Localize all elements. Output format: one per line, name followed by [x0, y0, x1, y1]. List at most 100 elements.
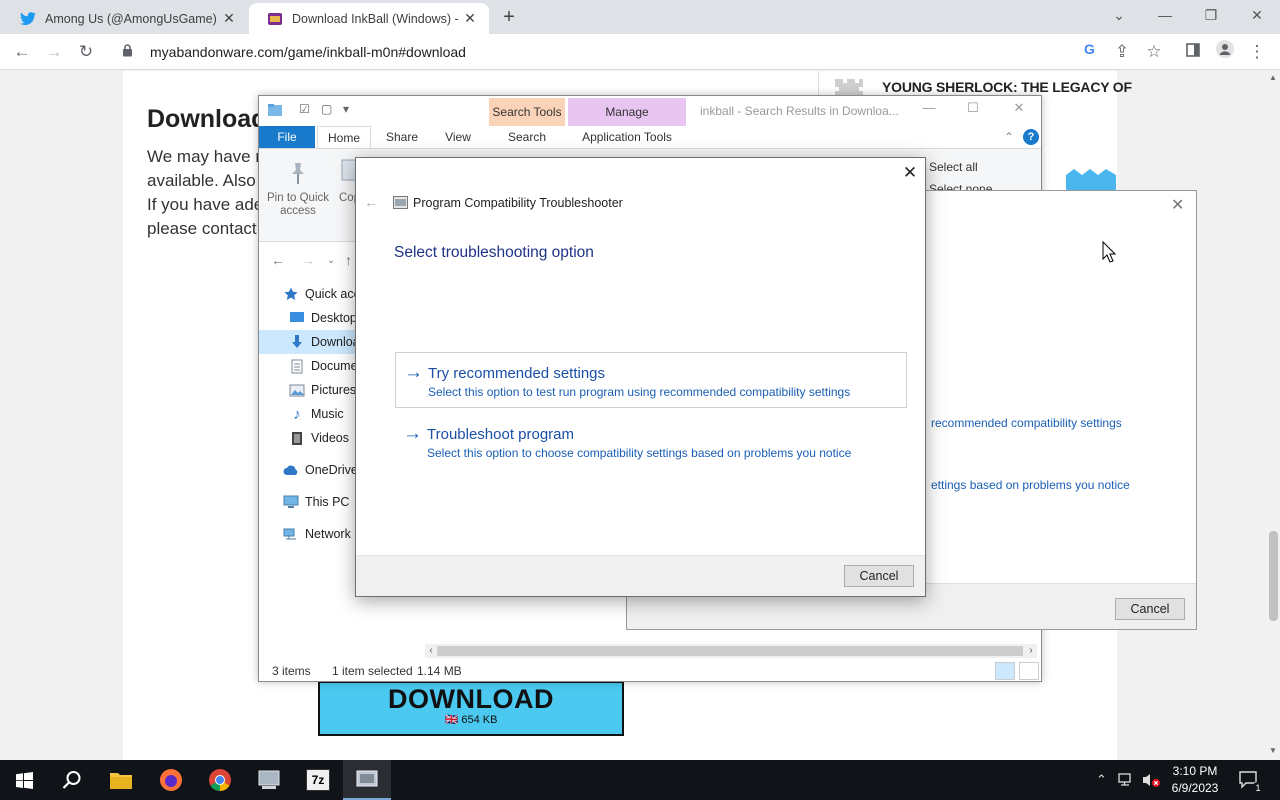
- paragraph-line: We may have r: [147, 147, 262, 166]
- browser-tab-strip: Among Us (@AmongUsGame) / ✕ Download Ink…: [0, 0, 1280, 34]
- ribbon-tab-share[interactable]: Share: [375, 126, 429, 148]
- scroll-right-icon[interactable]: ›: [1025, 644, 1037, 658]
- tab-title: Download InkBall (Windows) - M: [292, 11, 461, 26]
- tree-item-onedrive[interactable]: OneDrive: [259, 458, 357, 482]
- horizontal-scroll-thumb[interactable]: [437, 646, 1023, 656]
- search-tools-context-tab[interactable]: Search Tools: [489, 98, 565, 126]
- taskbar-troubleshooter[interactable]: [343, 760, 391, 800]
- side-panel-icon[interactable]: [1181, 40, 1205, 64]
- taskbar-chrome[interactable]: [196, 760, 244, 800]
- share-icon[interactable]: ⇪: [1110, 40, 1134, 64]
- explorer-back-icon[interactable]: ←: [271, 252, 285, 268]
- scroll-up-icon[interactable]: ▲: [1266, 73, 1280, 82]
- taskbar-file-explorer[interactable]: [97, 760, 145, 800]
- menu-kebab-icon[interactable]: ⋮: [1245, 40, 1269, 64]
- tab-search-dropdown-icon[interactable]: ⌄: [1096, 0, 1142, 34]
- bookmark-star-icon[interactable]: ☆: [1142, 40, 1166, 64]
- up-folder-icon[interactable]: ↑: [345, 252, 352, 268]
- manage-context-tab[interactable]: Manage: [568, 98, 686, 126]
- explorer-minimize-button[interactable]: —: [917, 100, 941, 120]
- related-game-title[interactable]: YOUNG SHERLOCK: THE LEGACY OF: [882, 79, 1132, 95]
- ribbon-tab-view[interactable]: View: [431, 126, 485, 148]
- download-button[interactable]: DOWNLOAD 🇬🇧 654 KB: [318, 681, 624, 736]
- tree-item-pictures[interactable]: Pictures: [259, 378, 357, 402]
- search-icon: [62, 771, 81, 789]
- taskbar-firefox[interactable]: [147, 760, 195, 800]
- page-scrollbar[interactable]: ▲ ▼: [1266, 71, 1280, 760]
- explorer-close-button[interactable]: ✕: [1007, 100, 1031, 120]
- item-count: 3 items: [272, 664, 311, 678]
- cancel-button[interactable]: Cancel: [844, 565, 914, 587]
- start-button[interactable]: [0, 760, 48, 800]
- tree-item-network[interactable]: Network: [259, 522, 357, 546]
- video-icon: [289, 430, 305, 446]
- recommended-settings-link[interactable]: recommended compatibility settings: [931, 416, 1122, 430]
- close-button[interactable]: ✕: [902, 163, 918, 182]
- troubleshooter-icon: [356, 770, 378, 787]
- volume-muted-icon[interactable]: [1142, 772, 1162, 791]
- network-tray-icon[interactable]: [1118, 772, 1136, 791]
- horizontal-scrollbar[interactable]: ‹ ›: [425, 644, 1037, 658]
- try-recommended-settings-option[interactable]: → Try recommended settings Select this o…: [395, 352, 907, 408]
- properties-icon[interactable]: ☑: [299, 102, 315, 118]
- tab-inkball-download[interactable]: Download InkBall (Windows) - M ✕: [249, 3, 489, 34]
- google-icon[interactable]: G: [1078, 40, 1102, 64]
- new-tab-button[interactable]: +: [498, 6, 520, 28]
- taskbar-computer-app[interactable]: [245, 760, 293, 800]
- troubleshoot-program-option[interactable]: → Troubleshoot program Select this optio…: [395, 414, 907, 470]
- large-icons-view-icon[interactable]: [1019, 662, 1039, 680]
- ribbon-tab-search[interactable]: Search: [489, 126, 565, 148]
- scroll-left-icon[interactable]: ‹: [425, 644, 437, 658]
- paragraph-line: available. Also: [147, 171, 256, 190]
- notification-count-badge: 1: [1252, 782, 1264, 794]
- tab-among-us[interactable]: Among Us (@AmongUsGame) / ✕: [2, 3, 248, 34]
- tree-item-downloads[interactable]: Downloa: [259, 330, 357, 354]
- explorer-window-title: inkball - Search Results in Downloa...: [700, 104, 899, 118]
- troubleshoot-program-link[interactable]: ettings based on problems you notice: [931, 478, 1130, 492]
- forward-icon[interactable]: →: [42, 40, 66, 64]
- reload-icon[interactable]: ↻: [74, 40, 98, 64]
- explorer-maximize-button[interactable]: ☐: [961, 100, 985, 120]
- tree-item-documents[interactable]: Docume: [259, 354, 357, 378]
- restore-button[interactable]: ❐: [1188, 0, 1234, 34]
- qat-dropdown-icon[interactable]: ▾: [343, 102, 359, 118]
- select-all-option[interactable]: Select all: [929, 160, 978, 174]
- option-title: Troubleshoot program: [427, 426, 575, 443]
- scrollbar-thumb[interactable]: [1269, 531, 1278, 621]
- download-button-label: DOWNLOAD: [388, 684, 554, 714]
- tree-item-desktop[interactable]: Desktop: [259, 306, 357, 330]
- details-view-icon[interactable]: [995, 662, 1015, 680]
- address-bar[interactable]: myabandonware.com/game/inkball-m0n#downl…: [110, 39, 1070, 65]
- close-icon[interactable]: ✕: [1171, 195, 1184, 215]
- new-folder-icon[interactable]: ▢: [321, 102, 337, 118]
- search-button[interactable]: [48, 760, 96, 800]
- ribbon-tab-file[interactable]: File: [259, 126, 315, 148]
- tree-item-videos[interactable]: Videos: [259, 426, 357, 450]
- explorer-titlebar[interactable]: ☑ ▢ ▾ Search Tools Manage inkball - Sear…: [259, 96, 1041, 126]
- pin-to-quick-access-label[interactable]: Pin to Quick access: [263, 192, 333, 218]
- close-window-button[interactable]: ✕: [1234, 0, 1280, 34]
- program-compatibility-troubleshooter-dialog[interactable]: ✕ ← Program Compatibility Troubleshooter…: [355, 157, 926, 597]
- cancel-button[interactable]: Cancel: [1115, 598, 1185, 620]
- back-icon[interactable]: ←: [10, 40, 34, 64]
- scroll-down-icon[interactable]: ▼: [1266, 746, 1280, 755]
- explorer-forward-icon[interactable]: →: [301, 252, 315, 268]
- ribbon-tab-application-tools[interactable]: Application Tools: [568, 126, 686, 148]
- ribbon-tab-home[interactable]: Home: [317, 126, 371, 148]
- minimize-button[interactable]: —: [1142, 0, 1188, 34]
- lock-icon[interactable]: [122, 44, 136, 60]
- pin-icon[interactable]: [287, 161, 309, 188]
- taskbar-7zip[interactable]: 7z: [294, 760, 342, 800]
- show-hidden-icons-chevron[interactable]: ⌃: [1096, 772, 1107, 788]
- tab-close-icon[interactable]: ✕: [220, 10, 238, 27]
- tree-item-quick-access[interactable]: Quick acce: [259, 282, 357, 306]
- collapse-ribbon-icon[interactable]: ⌃: [1001, 126, 1017, 148]
- profile-avatar-icon[interactable]: [1213, 40, 1237, 64]
- help-icon[interactable]: ?: [1023, 129, 1039, 145]
- back-arrow-icon[interactable]: ←: [364, 194, 378, 210]
- tree-item-music[interactable]: ♪ Music: [259, 402, 357, 426]
- taskbar-clock[interactable]: 3:10 PM 6/9/2023: [1162, 763, 1228, 797]
- tree-item-this-pc[interactable]: This PC: [259, 490, 357, 514]
- tab-close-icon[interactable]: ✕: [461, 10, 479, 27]
- recent-locations-icon[interactable]: ⌄: [327, 255, 335, 266]
